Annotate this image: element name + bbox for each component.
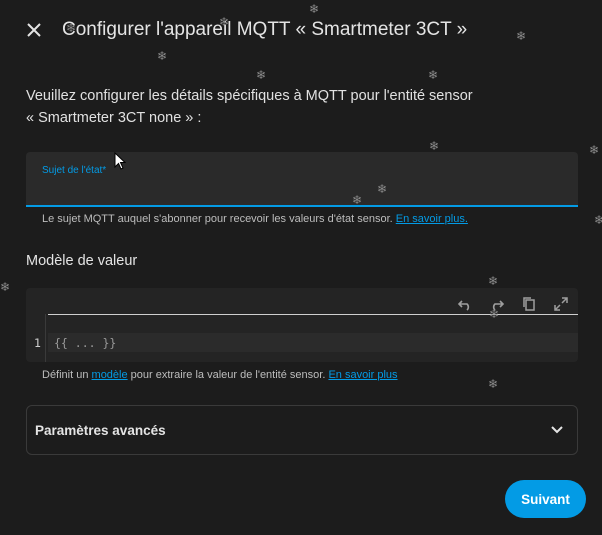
snowflake-icon: ❄ — [157, 49, 168, 63]
value-template-learn-more-link[interactable]: En savoir plus — [328, 369, 397, 381]
undo-button[interactable] — [454, 293, 476, 315]
fullscreen-button[interactable] — [550, 293, 572, 315]
fullscreen-icon — [554, 297, 568, 311]
snowflake-icon: ❄ — [488, 274, 499, 288]
state-topic-field[interactable]: Sujet de l'état* — [26, 152, 578, 207]
description-line-2: « Smartmeter 3CT none » : — [26, 110, 202, 126]
snowflake-icon: ❄ — [66, 21, 77, 35]
value-template-helper-middle: pour extraire la valeur de l'entité sens… — [127, 369, 329, 381]
snowflake-icon: ❄ — [377, 182, 388, 196]
value-template-helper: Définit un modèle pour extraire la valeu… — [42, 369, 398, 381]
mqtt-config-dialog: Configurer l'appareil MQTT « Smartmeter … — [0, 0, 602, 535]
chevron-down-icon — [551, 426, 563, 434]
mouse-cursor-icon — [114, 152, 126, 170]
dialog-title: Configurer l'appareil MQTT « Smartmeter … — [62, 19, 468, 40]
snowflake-icon: ❄ — [309, 2, 320, 16]
code-text[interactable]: {{ ... }} — [54, 336, 116, 350]
undo-icon — [457, 300, 470, 311]
value-template-editor[interactable]: 1 {{ ... }} — [26, 288, 578, 362]
copy-button[interactable] — [518, 293, 540, 315]
template-link[interactable]: modèle — [92, 369, 128, 381]
state-topic-helper-text: Le sujet MQTT auquel s'abonner pour rece… — [42, 213, 396, 225]
editor-toolbar — [454, 292, 572, 316]
close-icon — [27, 23, 41, 37]
active-code-line[interactable] — [48, 333, 578, 352]
dialog-header: Configurer l'appareil MQTT « Smartmeter … — [0, 0, 602, 62]
snowflake-icon: ❄ — [594, 213, 602, 227]
copy-icon — [523, 297, 535, 311]
snowflake-icon: ❄ — [352, 193, 363, 207]
value-template-helper-prefix: Définit un — [42, 369, 92, 381]
snowflake-icon: ❄ — [428, 68, 439, 82]
state-topic-helper: Le sujet MQTT auquel s'abonner pour rece… — [42, 213, 468, 225]
snowflake-icon: ❄ — [256, 68, 267, 82]
snowflake-icon: ❄ — [429, 139, 440, 153]
snowflake-icon: ❄ — [489, 307, 500, 321]
next-button[interactable]: Suivant — [505, 480, 586, 518]
value-template-title: Modèle de valeur — [26, 253, 138, 269]
snowflake-icon: ❄ — [516, 29, 527, 43]
state-topic-input[interactable] — [42, 180, 562, 200]
advanced-settings-expander[interactable]: Paramètres avancés — [26, 405, 578, 455]
description-line-1: Veuillez configurer les détails spécifiq… — [26, 88, 473, 104]
snowflake-icon: ❄ — [219, 15, 230, 29]
snowflake-icon: ❄ — [0, 280, 11, 294]
snowflake-icon: ❄ — [488, 377, 499, 391]
snowflake-icon: ❄ — [589, 143, 600, 157]
dialog-description: Veuillez configurer les détails spécifiq… — [26, 85, 546, 129]
advanced-settings-label: Paramètres avancés — [35, 423, 166, 438]
state-topic-learn-more-link[interactable]: En savoir plus. — [396, 213, 468, 225]
line-number: 1 — [34, 336, 41, 350]
state-topic-label: Sujet de l'état* — [42, 165, 107, 176]
close-button[interactable] — [18, 14, 50, 46]
